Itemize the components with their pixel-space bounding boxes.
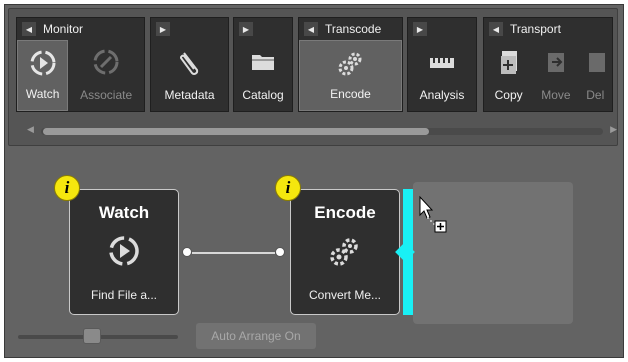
associate-button[interactable]: Associate (68, 40, 144, 111)
associate-icon (93, 49, 119, 75)
info-badge-encode[interactable]: i (275, 175, 301, 201)
node-description: Find File a... (90, 288, 158, 302)
output-port-watch[interactable] (182, 247, 192, 257)
collapse-transport-button[interactable]: ◀ (489, 22, 503, 36)
group-transcode: ◀ Transcode Encode (298, 17, 403, 112)
auto-arrange-button[interactable]: Auto Arrange On (196, 323, 316, 349)
collapse-transcode-button[interactable]: ◀ (304, 22, 318, 36)
gears-icon (330, 238, 358, 266)
group-transport-title: Transport (510, 22, 561, 36)
move-icon (547, 53, 564, 72)
zoom-slider[interactable] (18, 328, 178, 344)
zoom-thumb[interactable] (83, 328, 101, 344)
group-analysis: ▶ Analysis (407, 17, 477, 112)
group-catalog: ▶ Catalog (233, 17, 293, 112)
task-toolbar: ◀ Monitor Watch Associate ▶ Metadata ▶ C… (8, 8, 618, 146)
folder-icon (252, 55, 274, 70)
delete-icon (589, 53, 606, 72)
encode-button[interactable]: Encode (299, 40, 402, 111)
delete-button[interactable]: Del (579, 40, 612, 111)
analysis-button[interactable]: Analysis (408, 40, 476, 111)
expand-catalog-button[interactable]: ▶ (239, 22, 253, 36)
move-button[interactable]: Move (533, 40, 578, 111)
group-monitor-title: Monitor (43, 22, 84, 36)
copy-icon (500, 51, 517, 74)
watch-icon (30, 50, 56, 76)
scroll-right-icon[interactable]: ▶ (610, 125, 617, 135)
watch-icon (109, 236, 139, 266)
analysis-icon (430, 58, 454, 68)
group-monitor: ◀ Monitor Watch Associate (16, 17, 145, 112)
expand-analysis-button[interactable]: ▶ (413, 22, 427, 36)
collapse-monitor-button[interactable]: ◀ (22, 22, 36, 36)
node-title: Watch (98, 203, 150, 222)
node-title: Encode (314, 203, 376, 222)
node-description: Convert Me... (308, 288, 382, 302)
toolbar-horizontal-scrollbar[interactable]: ◀ ▶ (27, 125, 617, 137)
connection-line (192, 252, 275, 254)
paperclip-icon (179, 52, 198, 75)
expand-metadata-button[interactable]: ▶ (156, 22, 170, 36)
catalog-button[interactable]: Catalog (234, 40, 292, 111)
scroll-left-icon[interactable]: ◀ (27, 125, 34, 135)
group-transport: ◀ Transport Copy Move Del (483, 17, 613, 112)
gears-icon (338, 52, 361, 76)
metadata-button[interactable]: Metadata (151, 40, 228, 111)
group-transcode-title: Transcode (325, 22, 382, 36)
scrollbar-thumb[interactable] (43, 128, 429, 135)
group-metadata: ▶ Metadata (150, 17, 229, 112)
workflow-node-encode[interactable]: Encode Convert Me... (290, 189, 400, 315)
workflow-node-watch[interactable]: Watch Find File a... (69, 189, 179, 315)
input-port-encode[interactable] (275, 247, 285, 257)
copy-button[interactable]: Copy (484, 40, 533, 111)
drag-copy-cursor-icon (419, 195, 447, 233)
workflow-canvas[interactable]: Watch Find File a... i Encode Convert Me… (8, 157, 618, 355)
watch-button[interactable]: Watch (17, 40, 69, 111)
info-badge-watch[interactable]: i (54, 175, 80, 201)
